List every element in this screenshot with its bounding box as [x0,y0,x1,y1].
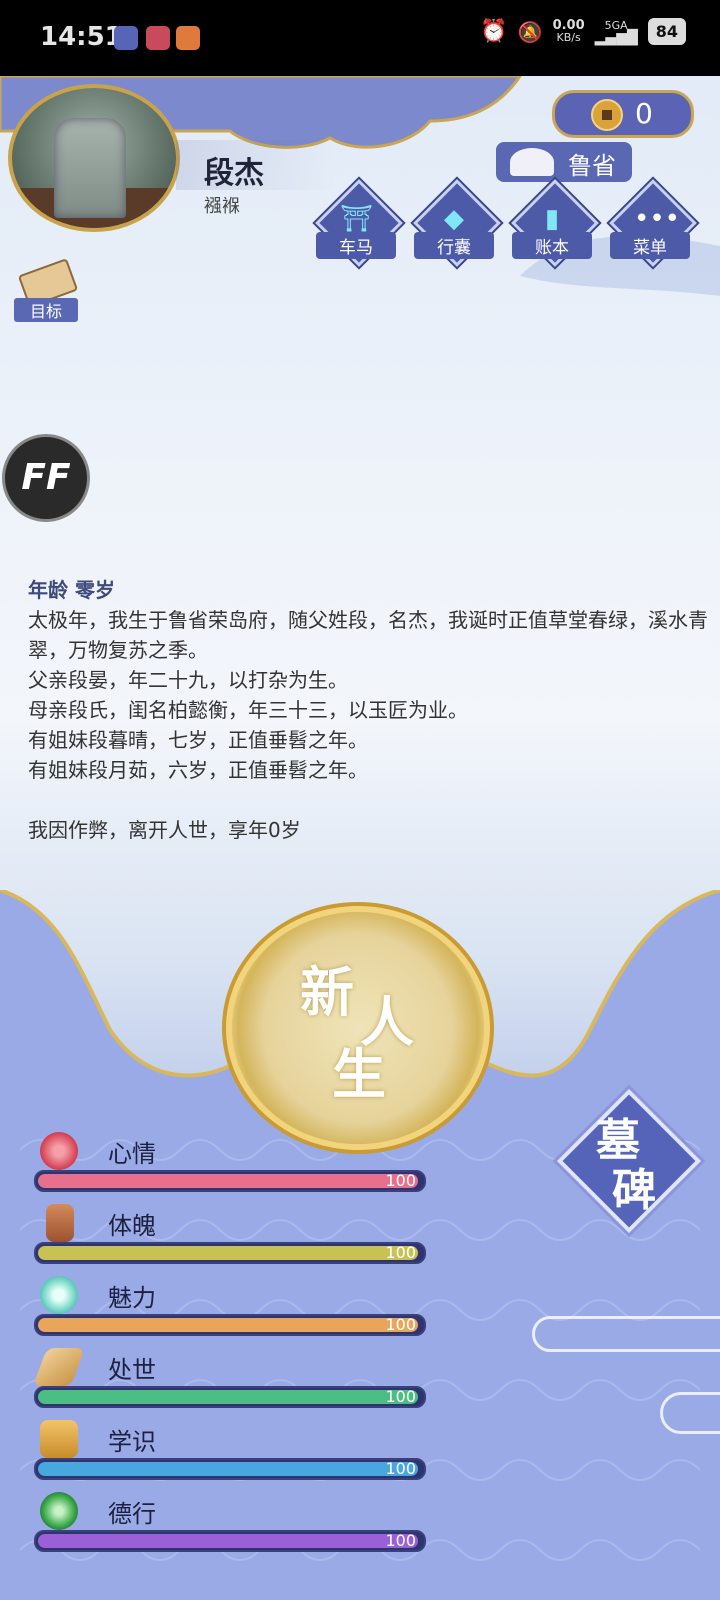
story-line: 母亲段氏，闺名柏懿衡，年三十三，以玉匠为业。 [28,698,468,722]
menu-label: 账本 [512,232,592,259]
stat-charm: 魅力 100 [32,1276,432,1342]
stat-fill [38,1246,418,1260]
network-speed: 0.00 KB/s [552,17,585,44]
stat-label: 德行 [108,1500,156,1528]
currency-display[interactable]: 0 [552,90,694,138]
stat-virtue: 德行 100 [32,1492,432,1558]
goal-label: 目标 [14,298,78,322]
goal-button[interactable]: 目标 [8,258,80,324]
menu-button-carriage[interactable]: ⛩ 车马 [315,179,403,268]
player-stage: 襁褓 [204,196,240,217]
stat-value: 100 [385,1171,416,1190]
app-notification-icon [176,26,200,50]
stat-bar: 100 [34,1386,426,1408]
stat-bar: 100 [34,1314,426,1336]
stat-mood: 心情 100 [32,1132,432,1198]
signal-icon: ▂▄▆█ [594,29,638,46]
tombstone-icon [54,118,126,218]
stat-fill [38,1390,418,1404]
stat-label: 处世 [108,1356,156,1384]
menu-button-more[interactable]: ••• 菜单 [609,179,697,268]
bag-icon: ◆ [444,204,464,234]
jade-pendant-icon [40,1492,78,1530]
stat-value: 100 [385,1459,416,1478]
flower-icon [40,1132,78,1170]
menu-label: 菜单 [610,232,690,259]
region-button[interactable]: 鲁省 [496,142,632,182]
cloud-swirl [660,1392,720,1434]
menu-button-ledger[interactable]: ▮ 账本 [511,179,599,268]
battery-level: 84 [647,18,686,45]
stat-value: 100 [385,1315,416,1334]
stat-label: 心情 [108,1140,156,1168]
copper-coin-icon [591,99,623,131]
stat-fill [38,1318,418,1332]
stat-value: 100 [385,1243,416,1262]
new-life-button[interactable]: 新 人 生 [232,912,484,1144]
app-notification-icon [114,26,138,50]
stat-fill [38,1174,418,1188]
more-icon: ••• [634,204,681,234]
stat-physique: 体魄 100 [32,1204,432,1270]
tomb-char: 碑 [612,1165,656,1216]
currency-value: 0 [635,97,653,130]
status-time: 14:51 [40,22,123,52]
player-name: 段杰 [204,156,264,191]
signal-indicator: 5GA ▂▄▆█ [594,19,638,46]
mute-icon: 🔕 [517,19,543,44]
tomb-button[interactable]: 墓 碑 [556,1088,702,1234]
speed-value: 0.00 [552,17,585,33]
new-life-char: 生 [332,1043,386,1106]
menu-button-bag[interactable]: ◆ 行囊 [413,179,501,268]
fast-forward-button[interactable]: FF [2,434,90,522]
stat-bar: 100 [34,1458,426,1480]
ledger-icon: ▮ [544,204,560,234]
menu-label: 行囊 [414,232,494,259]
status-indicators: ⏰ 🔕 0.00 KB/s 5GA ▂▄▆█ 84 [480,18,686,45]
books-icon [40,1420,78,1458]
player-avatar[interactable] [8,84,180,232]
menu-label: 车马 [316,232,396,259]
stat-value: 100 [385,1531,416,1550]
stat-value: 100 [385,1387,416,1406]
life-story: 年龄 零岁 太极年，我生于鲁省荣岛府，随父姓段，名杰，我诞时正值草堂春绿，溪水青… [28,575,708,845]
stat-label: 魅力 [108,1284,156,1312]
story-line: 有姐妹段月茹，六岁，正值垂髫之年。 [28,758,368,782]
region-label: 鲁省 [568,152,616,180]
stat-worldliness: 处世 100 [32,1348,432,1414]
new-life-char: 新 [300,961,354,1024]
stat-fill [38,1534,418,1548]
stat-bar: 100 [34,1530,426,1552]
age-line: 年龄 零岁 [28,578,115,602]
tools-icon [33,1348,85,1386]
carriage-icon: ⛩ [340,204,374,234]
death-line: 我因作弊，离开人世，享年0岁 [28,818,301,842]
training-dummy-icon [46,1204,74,1242]
stat-knowledge: 学识 100 [32,1420,432,1486]
iron-icon [510,148,554,176]
status-bar: 14:51 ⏰ 🔕 0.00 KB/s 5GA ▂▄▆█ 84 [0,0,720,76]
story-line: 太极年，我生于鲁省荣岛府，随父姓段，名杰，我诞时正值草堂春绿，溪水青翠，万物复苏… [28,608,708,662]
stat-fill [38,1462,418,1476]
stat-label: 体魄 [108,1212,156,1240]
mirror-icon [40,1276,78,1314]
stat-bar: 100 [34,1170,426,1192]
story-line: 有姐妹段暮晴，七岁，正值垂髫之年。 [28,728,368,752]
story-line: 父亲段晏，年二十九，以打杂为生。 [28,668,348,692]
stat-bar: 100 [34,1242,426,1264]
cloud-swirl [532,1316,720,1352]
alarm-icon: ⏰ [480,19,508,44]
app-notification-icon [146,26,170,50]
speed-unit: KB/s [556,30,581,44]
stat-label: 学识 [108,1428,156,1456]
